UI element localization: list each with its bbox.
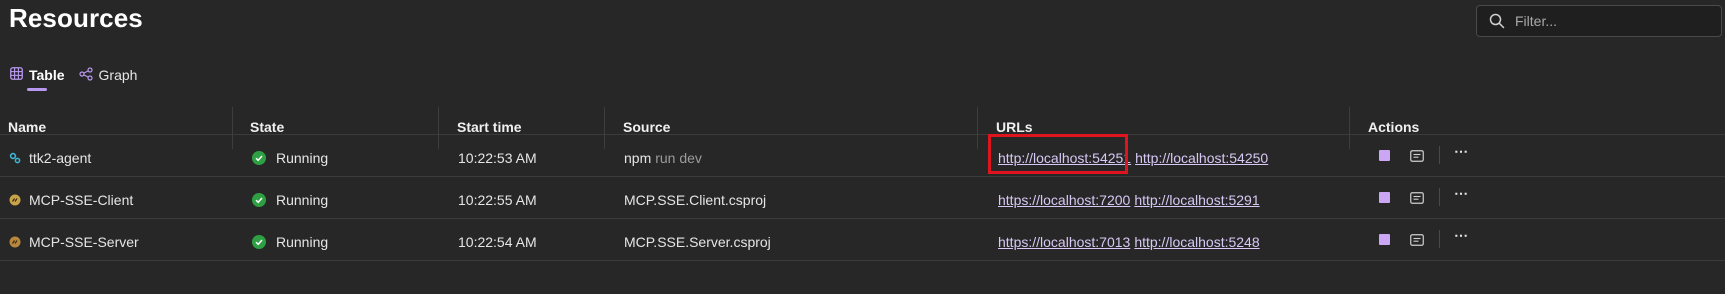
source-cell: npm run dev bbox=[624, 150, 702, 166]
state-cell: Running bbox=[252, 234, 328, 250]
resource-name[interactable]: MCP-SSE-Server bbox=[29, 234, 139, 250]
resource-name-cell: ttk2-agent bbox=[9, 150, 91, 166]
stop-button[interactable] bbox=[1379, 192, 1390, 203]
actions-divider bbox=[1439, 146, 1440, 164]
console-logs-button[interactable] bbox=[1410, 233, 1424, 251]
project-icon bbox=[9, 193, 21, 206]
column-header-source[interactable]: Source bbox=[623, 119, 670, 135]
gear-cluster-icon bbox=[9, 151, 21, 164]
highlight-box bbox=[988, 134, 1128, 174]
state-label: Running bbox=[276, 150, 329, 166]
endpoint-link[interactable]: https://localhost:7013 bbox=[998, 234, 1130, 250]
source-cell: MCP.SSE.Client.csproj bbox=[624, 192, 766, 208]
table-bottom-border bbox=[0, 260, 1725, 261]
endpoint-link[interactable]: http://localhost:54250 bbox=[1135, 150, 1268, 166]
resource-name-cell: MCP-SSE-Client bbox=[9, 192, 133, 208]
endpoint-link[interactable]: http://localhost:5291 bbox=[1134, 192, 1259, 208]
endpoint-link[interactable]: https://localhost:7200 bbox=[998, 192, 1130, 208]
more-actions-button[interactable]: ⋯ bbox=[1454, 185, 1469, 202]
source-command: npm bbox=[624, 150, 652, 166]
start-time: 10:22:55 AM bbox=[458, 192, 537, 208]
console-logs-icon bbox=[1410, 150, 1424, 162]
search-icon bbox=[1489, 13, 1505, 29]
console-logs-button[interactable] bbox=[1410, 149, 1424, 167]
column-header-start-time[interactable]: Start time bbox=[457, 119, 522, 135]
resource-name[interactable]: MCP-SSE-Client bbox=[29, 192, 133, 208]
console-logs-icon bbox=[1410, 234, 1424, 246]
resource-name[interactable]: ttk2-agent bbox=[29, 150, 91, 166]
column-header-name[interactable]: Name bbox=[8, 119, 46, 135]
column-header-actions: Actions bbox=[1368, 119, 1420, 135]
actions-divider bbox=[1439, 230, 1440, 248]
endpoint-link[interactable]: http://localhost:5248 bbox=[1134, 234, 1259, 250]
table-icon bbox=[10, 67, 23, 83]
source-cell: MCP.SSE.Server.csproj bbox=[624, 234, 771, 250]
filter-input[interactable] bbox=[1515, 13, 1715, 29]
state-cell: Running bbox=[252, 192, 328, 208]
state-cell: Running bbox=[252, 150, 328, 166]
more-actions-button[interactable]: ⋯ bbox=[1454, 227, 1469, 244]
urls-cell: https://localhost:7013 http://localhost:5… bbox=[998, 234, 1264, 250]
tab-graph-label: Graph bbox=[98, 67, 138, 83]
source-project: MCP.SSE.Server.csproj bbox=[624, 234, 771, 250]
console-logs-icon bbox=[1410, 192, 1424, 204]
stop-button[interactable] bbox=[1379, 234, 1390, 245]
tab-graph[interactable]: Graph bbox=[78, 64, 138, 86]
column-header-state[interactable]: State bbox=[250, 119, 284, 135]
source-args: run dev bbox=[655, 150, 702, 166]
tab-table-label: Table bbox=[29, 67, 65, 83]
start-time: 10:22:54 AM bbox=[458, 234, 537, 250]
console-logs-button[interactable] bbox=[1410, 191, 1424, 209]
column-header-urls[interactable]: URLs bbox=[996, 119, 1033, 135]
running-check-icon bbox=[252, 151, 266, 165]
tab-table[interactable]: Table bbox=[10, 64, 65, 91]
running-check-icon bbox=[252, 193, 266, 207]
filter-box[interactable] bbox=[1476, 5, 1722, 37]
resource-name-cell: MCP-SSE-Server bbox=[9, 234, 139, 250]
source-project: MCP.SSE.Client.csproj bbox=[624, 192, 767, 208]
graph-icon bbox=[78, 66, 93, 84]
view-tabs: Table Graph bbox=[10, 64, 138, 91]
urls-cell: https://localhost:7200 http://localhost:5… bbox=[998, 192, 1264, 208]
project-icon bbox=[9, 235, 21, 248]
state-label: Running bbox=[276, 234, 329, 250]
more-actions-button[interactable]: ⋯ bbox=[1454, 143, 1469, 160]
state-label: Running bbox=[276, 192, 329, 208]
stop-button[interactable] bbox=[1379, 150, 1390, 161]
start-time: 10:22:53 AM bbox=[458, 150, 537, 166]
page-title: Resources bbox=[9, 3, 143, 33]
actions-divider bbox=[1439, 188, 1440, 206]
running-check-icon bbox=[252, 235, 266, 249]
